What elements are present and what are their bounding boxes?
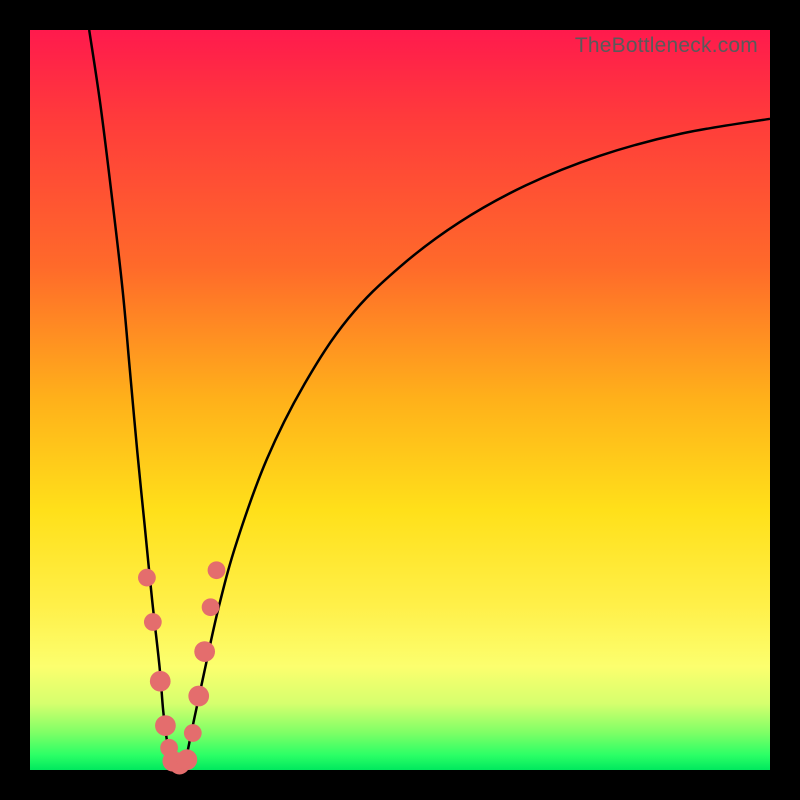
marker-dot	[138, 569, 156, 587]
marker-dot	[177, 749, 198, 770]
marker-dot	[155, 715, 176, 736]
marker-dot	[208, 561, 226, 579]
chart-frame: TheBottleneck.com	[0, 0, 800, 800]
gradient-plot-area: TheBottleneck.com	[30, 30, 770, 770]
curve-layer	[30, 30, 770, 770]
right-curve	[185, 119, 770, 763]
marker-dot	[188, 686, 209, 707]
marker-dot	[194, 641, 215, 662]
marker-dot	[150, 671, 171, 692]
marker-dot	[202, 598, 220, 616]
marker-dot	[184, 724, 202, 742]
left-curve	[89, 30, 170, 763]
marker-dot	[144, 613, 162, 631]
